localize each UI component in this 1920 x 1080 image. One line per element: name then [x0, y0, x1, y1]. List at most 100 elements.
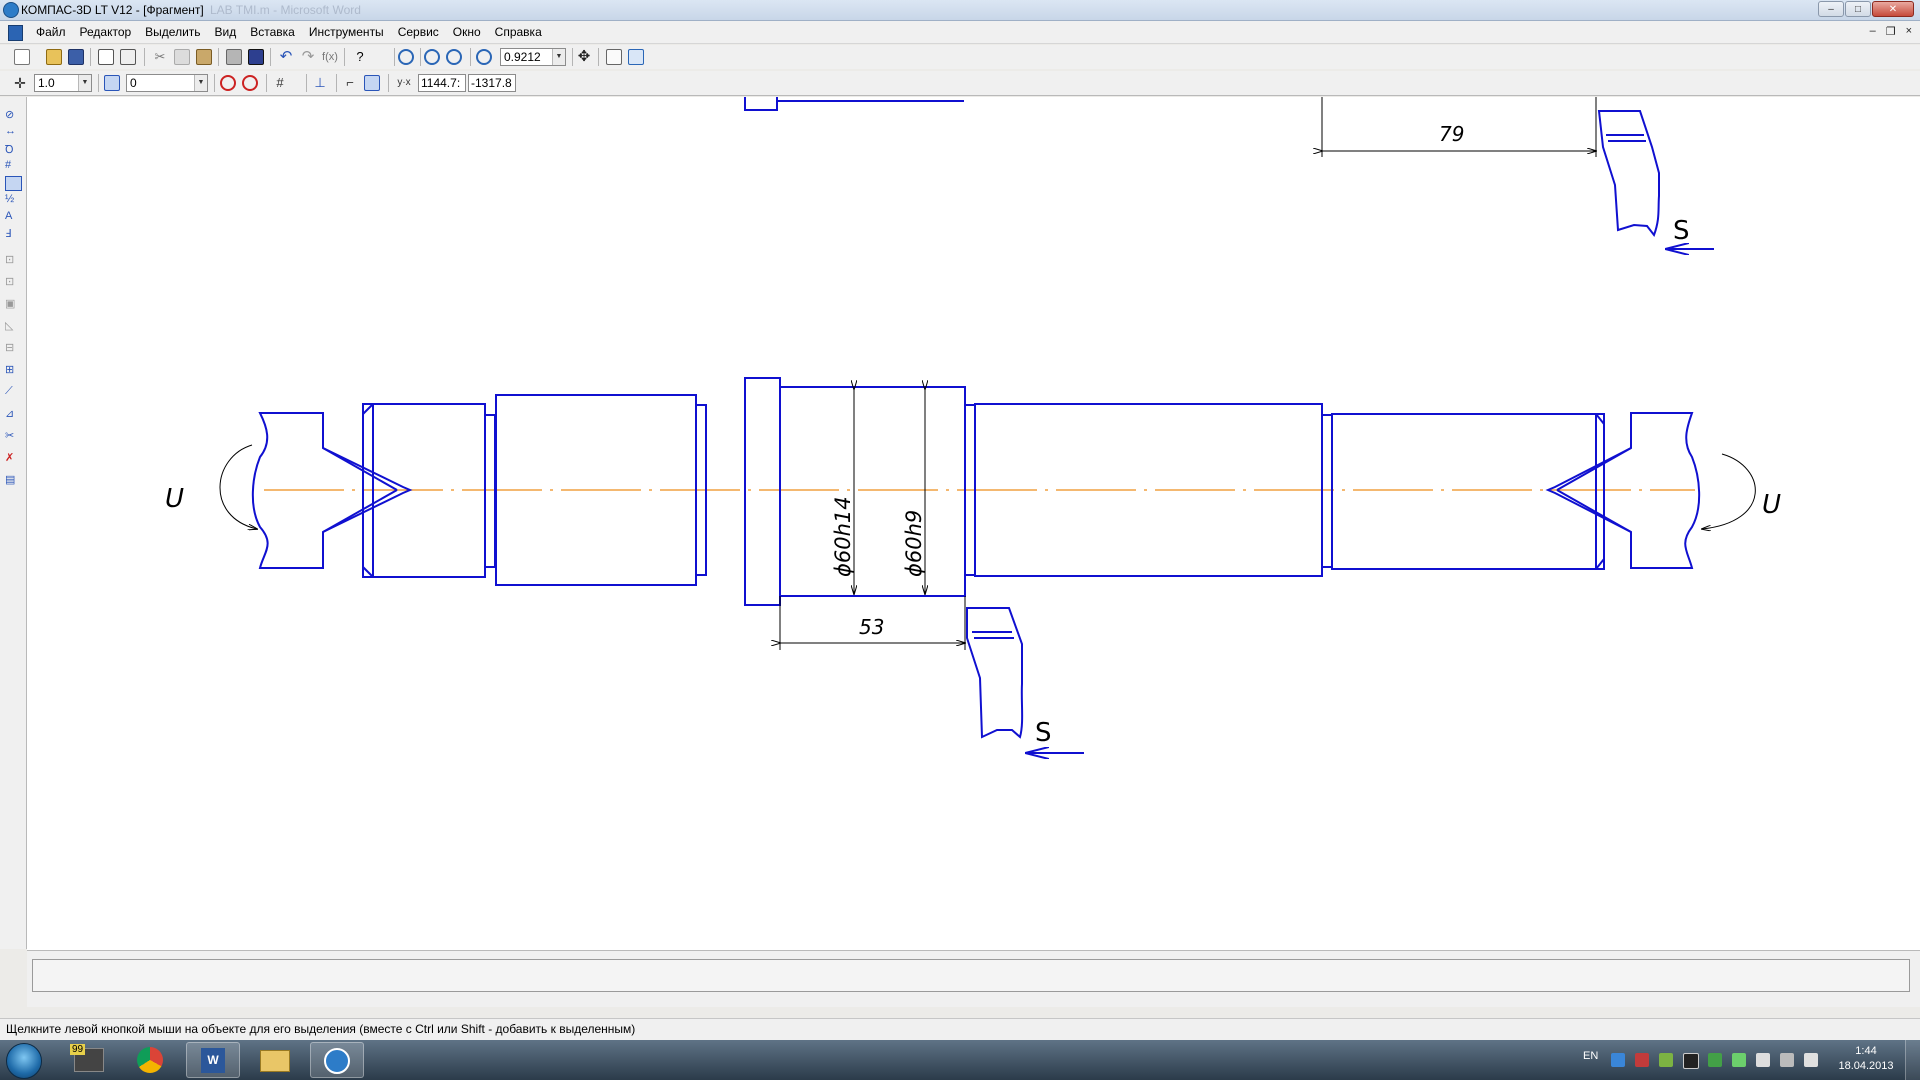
select-icon[interactable]: A: [5, 210, 20, 223]
network-icon[interactable]: [1611, 1053, 1625, 1067]
tool-icon-16[interactable]: ⊿: [5, 407, 20, 420]
local-snap-icon[interactable]: [242, 75, 258, 91]
menu-insert[interactable]: Вставка: [250, 25, 295, 39]
taskbar-app-monitor[interactable]: 99: [62, 1042, 116, 1078]
window-title: КОМПАС-3D LT V12 - [Фрагмент]: [21, 3, 204, 17]
format-brush-icon[interactable]: [226, 49, 242, 65]
open-folder-icon[interactable]: [46, 49, 62, 65]
tool-icon-17[interactable]: ✂: [5, 429, 20, 442]
cursor-step-icon[interactable]: ✛: [12, 75, 28, 91]
taskbar-app-chrome[interactable]: [124, 1042, 178, 1078]
zoom-window-icon[interactable]: [398, 49, 414, 65]
feed-label-top: S: [1673, 216, 1690, 246]
tool-icon-13[interactable]: ⊟: [5, 341, 20, 354]
ortho-icon[interactable]: ⌐: [342, 75, 358, 91]
zoom-in-icon[interactable]: [424, 49, 440, 65]
dimensions-icon[interactable]: ↔: [5, 125, 20, 138]
tray-app-icon[interactable]: [1683, 1053, 1699, 1069]
doc-minimize-button[interactable]: –: [1870, 25, 1876, 38]
close-button[interactable]: ✕: [1872, 1, 1914, 17]
redo-icon[interactable]: ↷: [300, 49, 316, 65]
maximize-button[interactable]: □: [1845, 1, 1871, 17]
library-icon[interactable]: Ⅎ: [5, 227, 20, 240]
dimension-label-79: 79: [1439, 122, 1464, 146]
new-document-icon[interactable]: [14, 49, 30, 65]
show-all-icon[interactable]: [606, 49, 622, 65]
save-icon[interactable]: [68, 49, 84, 65]
taskbar-app-word[interactable]: W: [186, 1042, 240, 1078]
tool-icon-19[interactable]: ▤: [5, 473, 20, 486]
standard-toolbar: ✂ ↶ ↷ f(x) ? 0.9212 ▼ ✥: [0, 45, 1920, 69]
start-button[interactable]: [6, 1043, 42, 1079]
grid-icon[interactable]: #: [272, 75, 288, 91]
paste-icon[interactable]: [196, 49, 212, 65]
print-preview-icon[interactable]: [98, 49, 114, 65]
coord-y-field[interactable]: -1317.8: [468, 74, 516, 92]
zoom-value: 0.9212: [504, 50, 541, 64]
drawing-svg[interactable]: U U ϕ60h14 ϕ60h9 53 S 79 S: [27, 97, 1920, 950]
coord-x-field[interactable]: 1144.7:: [418, 74, 466, 92]
menu-edit[interactable]: Редактор: [80, 25, 132, 39]
zoom-out-icon[interactable]: [446, 49, 462, 65]
step-combo[interactable]: 1.0 ▼: [34, 74, 92, 92]
menu-select[interactable]: Выделить: [145, 25, 200, 39]
volume-icon[interactable]: [1804, 1053, 1818, 1067]
copy-icon[interactable]: [174, 49, 190, 65]
menu-help[interactable]: Справка: [495, 25, 542, 39]
cut-icon[interactable]: ✂: [152, 49, 168, 65]
action-center-flag-icon[interactable]: [1756, 1053, 1770, 1067]
clock[interactable]: 1:44 18.04.2013: [1834, 1044, 1898, 1074]
pan-icon[interactable]: ✥: [576, 49, 592, 65]
doc-restore-button[interactable]: ❐: [1886, 25, 1896, 38]
chevron-down-icon[interactable]: ▼: [552, 49, 565, 65]
menu-window[interactable]: Окно: [453, 25, 481, 39]
refresh-icon[interactable]: [628, 49, 644, 65]
minimize-button[interactable]: –: [1818, 1, 1844, 17]
help-pointer-icon[interactable]: ?: [352, 49, 368, 65]
menu-tools[interactable]: Инструменты: [309, 25, 384, 39]
show-desktop-button[interactable]: [1905, 1040, 1920, 1080]
measure-icon[interactable]: ½: [5, 193, 20, 206]
kompas-app-icon[interactable]: [3, 2, 19, 18]
drawing-canvas[interactable]: U U ϕ60h14 ϕ60h9 53 S 79 S: [27, 97, 1920, 950]
taskbar-app-explorer[interactable]: [248, 1042, 302, 1078]
tray-green-icon[interactable]: [1708, 1053, 1722, 1067]
menu-items: Файл Редактор Выделить Вид Вставка Инстр…: [36, 25, 542, 39]
tool-icon-15[interactable]: ⟋: [5, 385, 20, 398]
chevron-down-icon[interactable]: ▼: [194, 75, 207, 91]
tool-icon-11[interactable]: ▣: [5, 297, 20, 310]
wifi-icon[interactable]: [1780, 1053, 1794, 1067]
zoom-combo[interactable]: 0.9212 ▼: [500, 48, 566, 66]
tray-shield-icon[interactable]: [1732, 1053, 1746, 1067]
menu-file[interactable]: Файл: [36, 25, 66, 39]
antivirus-icon[interactable]: [1635, 1053, 1649, 1067]
tool-icon-14[interactable]: ⊞: [5, 363, 20, 376]
parametrization-icon[interactable]: [5, 176, 22, 191]
menu-service[interactable]: Сервис: [398, 25, 439, 39]
designations-icon[interactable]: Ꝺ: [5, 142, 20, 156]
taskbar-app-kompas[interactable]: [310, 1042, 364, 1078]
chevron-down-icon[interactable]: ▼: [78, 75, 91, 91]
layer-combo[interactable]: 0 ▼: [126, 74, 208, 92]
language-indicator[interactable]: EN: [1583, 1050, 1598, 1062]
geometry-icon[interactable]: ⊘: [5, 108, 20, 121]
doc-close-button[interactable]: ×: [1906, 25, 1912, 38]
undo-icon[interactable]: ↶: [278, 49, 294, 65]
snap-icon[interactable]: [220, 75, 236, 91]
print-icon[interactable]: [120, 49, 136, 65]
edit-icon[interactable]: #: [5, 159, 20, 172]
layers-icon[interactable]: [104, 75, 120, 91]
tool-icon-18[interactable]: ✗: [5, 451, 20, 464]
zoom-scale-icon[interactable]: [476, 49, 492, 65]
tool-icon-12[interactable]: ◺: [5, 319, 20, 332]
local-cs-icon[interactable]: ⊥: [312, 75, 328, 91]
tool-icon-9[interactable]: ⊡: [5, 253, 20, 266]
properties-icon[interactable]: [248, 49, 264, 65]
document-icon[interactable]: [8, 25, 23, 41]
tool-icon-10[interactable]: ⊡: [5, 275, 20, 288]
menu-view[interactable]: Вид: [215, 25, 237, 39]
update-icon[interactable]: [1659, 1053, 1673, 1067]
property-panel-field[interactable]: [32, 959, 1910, 992]
variables-icon[interactable]: f(x): [322, 49, 338, 65]
round-mode-icon[interactable]: [364, 75, 380, 91]
